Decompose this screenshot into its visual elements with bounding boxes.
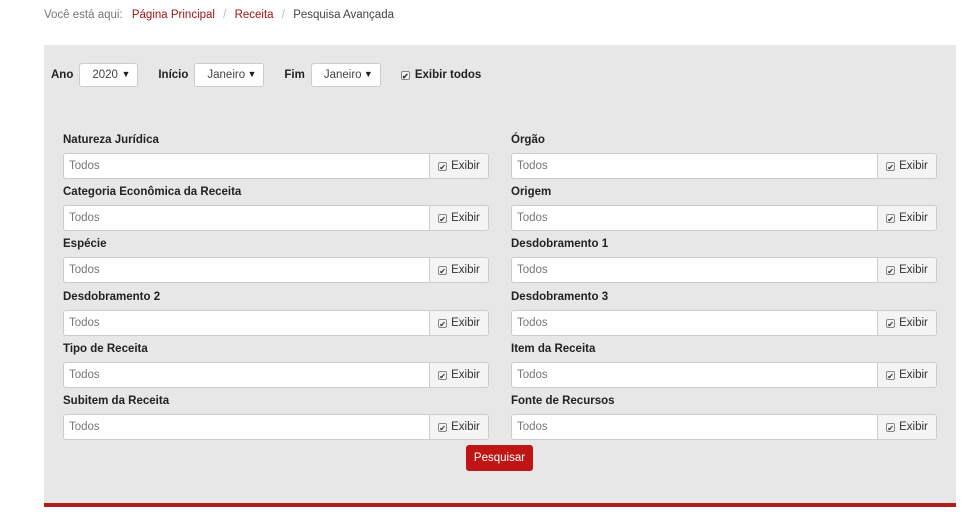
checkbox-checked-icon[interactable]: ✔ — [886, 318, 896, 329]
field-label: Origem — [511, 186, 552, 198]
exibir-checkbox[interactable]: ✔ Exibir — [877, 153, 937, 179]
fim-value: Janeiro — [323, 69, 362, 81]
checkbox-checked-icon[interactable]: ✔ — [886, 370, 896, 381]
field-desdobramento-1: Desdobramento 1 Todos ✔ Exibir — [511, 238, 937, 283]
inicio-value: Janeiro — [207, 69, 246, 81]
fim-label: Fim — [284, 69, 305, 81]
exibir-checkbox[interactable]: ✔ Exibir — [429, 257, 489, 283]
desdobramento-1-input[interactable]: Todos — [511, 257, 877, 283]
breadcrumb-current: Pesquisa Avançada — [293, 9, 394, 21]
exibir-checkbox[interactable]: ✔ Exibir — [877, 362, 937, 388]
field-label: Fonte de Recursos — [511, 395, 615, 407]
orgao-input[interactable]: Todos — [511, 153, 877, 179]
subitem-da-receita-input[interactable]: Todos — [63, 414, 429, 440]
checkbox-checked-icon[interactable]: ✔ — [438, 213, 448, 224]
checkbox-checked-icon[interactable]: ✔ — [438, 370, 448, 381]
origem-input[interactable]: Todos — [511, 205, 877, 231]
field-label: Espécie — [63, 238, 107, 250]
field-desdobramento-3: Desdobramento 3 Todos ✔ Exibir — [511, 291, 937, 336]
exibir-checkbox[interactable]: ✔ Exibir — [877, 310, 937, 336]
ano-value: 2020 — [92, 69, 118, 81]
exibir-label: Exibir — [451, 212, 480, 224]
field-fonte-de-recursos: Fonte de Recursos Todos ✔ Exibir — [511, 395, 937, 440]
desdobramento-3-input[interactable]: Todos — [511, 310, 877, 336]
field-item-da-receita: Item da Receita Todos ✔ Exibir — [511, 343, 937, 388]
exibir-checkbox[interactable]: ✔ Exibir — [877, 257, 937, 283]
field-subitem-da-receita: Subitem da Receita Todos ✔ Exibir — [63, 395, 489, 440]
period-filters: Ano 2020 ▼ Início Janeiro ▼ Fim Janeiro … — [51, 62, 481, 88]
exibir-checkbox[interactable]: ✔ Exibir — [429, 153, 489, 179]
exibir-checkbox[interactable]: ✔ Exibir — [877, 414, 937, 440]
caret-down-icon: ▼ — [121, 69, 131, 79]
exibir-todos-label: Exibir todos — [414, 69, 482, 81]
inicio-select[interactable]: Janeiro ▼ — [194, 63, 265, 87]
exibir-label: Exibir — [451, 317, 480, 329]
breadcrumb: Você está aqui: Página Principal / Recei… — [44, 9, 394, 21]
checkbox-checked-icon[interactable]: ✔ — [886, 265, 896, 276]
field-label: Subitem da Receita — [63, 395, 170, 407]
especie-input[interactable]: Todos — [63, 257, 429, 283]
field-label: Natureza Jurídica — [63, 134, 159, 146]
tipo-de-receita-input[interactable]: Todos — [63, 362, 429, 388]
exibir-label: Exibir — [451, 264, 480, 276]
field-desdobramento-2: Desdobramento 2 Todos ✔ Exibir — [63, 291, 489, 336]
field-origem: Origem Todos ✔ Exibir — [511, 186, 937, 231]
field-label: Desdobramento 2 — [63, 291, 161, 303]
desdobramento-2-input[interactable]: Todos — [63, 310, 429, 336]
fim-select[interactable]: Janeiro ▼ — [310, 63, 381, 87]
exibir-label: Exibir — [451, 160, 480, 172]
field-orgao: Órgão Todos ✔ Exibir — [511, 134, 937, 179]
exibir-checkbox[interactable]: ✔ Exibir — [877, 205, 937, 231]
checkbox-checked-icon[interactable]: ✔ — [438, 422, 448, 433]
field-natureza-juridica: Natureza Jurídica Todos ✔ Exibir — [63, 134, 489, 179]
checkbox-checked-icon[interactable]: ✔ — [886, 161, 896, 172]
exibir-checkbox[interactable]: ✔ Exibir — [429, 310, 489, 336]
exibir-label: Exibir — [899, 264, 928, 276]
pesquisar-button[interactable]: Pesquisar — [466, 445, 533, 471]
exibir-label: Exibir — [899, 369, 928, 381]
inicio-label: Início — [158, 69, 189, 81]
checkbox-checked-icon[interactable]: ✔ — [886, 422, 896, 433]
caret-down-icon: ▼ — [247, 69, 257, 79]
breadcrumb-prefix: Você está aqui: — [44, 9, 123, 21]
exibir-todos-toggle[interactable]: ✔ Exibir todos — [400, 69, 482, 81]
exibir-checkbox[interactable]: ✔ Exibir — [429, 205, 489, 231]
exibir-label: Exibir — [899, 160, 928, 172]
exibir-label: Exibir — [899, 212, 928, 224]
field-label: Desdobramento 1 — [511, 238, 609, 250]
exibir-label: Exibir — [451, 421, 480, 433]
categoria-economica-input[interactable]: Todos — [63, 205, 429, 231]
checkbox-checked-icon[interactable]: ✔ — [438, 161, 448, 172]
field-label: Órgão — [511, 134, 545, 146]
natureza-juridica-input[interactable]: Todos — [63, 153, 429, 179]
item-da-receita-input[interactable]: Todos — [511, 362, 877, 388]
fonte-de-recursos-input[interactable]: Todos — [511, 414, 877, 440]
checkbox-checked-icon[interactable]: ✔ — [438, 318, 448, 329]
field-label: Desdobramento 3 — [511, 291, 609, 303]
breadcrumb-separator: / — [223, 9, 227, 21]
checkbox-checked-icon[interactable]: ✔ — [438, 265, 448, 276]
field-label: Tipo de Receita — [63, 343, 148, 355]
breadcrumb-receita-link[interactable]: Receita — [235, 9, 274, 21]
breadcrumb-separator: / — [281, 9, 285, 21]
search-panel: Ano 2020 ▼ Início Janeiro ▼ Fim Janeiro … — [44, 45, 956, 503]
exibir-label: Exibir — [899, 317, 928, 329]
checkbox-checked-icon[interactable]: ✔ — [886, 213, 896, 224]
field-categoria-economica: Categoria Econômica da Receita Todos ✔ Ex… — [63, 186, 489, 231]
field-label: Categoria Econômica da Receita — [63, 186, 242, 198]
caret-down-icon: ▼ — [363, 69, 373, 79]
panel-bottom-border — [44, 503, 956, 507]
ano-select[interactable]: 2020 ▼ — [79, 63, 139, 87]
ano-label: Ano — [51, 69, 74, 81]
checkbox-checked-icon[interactable]: ✔ — [400, 70, 410, 81]
field-especie: Espécie Todos ✔ Exibir — [63, 238, 489, 283]
field-label: Item da Receita — [511, 343, 596, 355]
breadcrumb-home-link[interactable]: Página Principal — [132, 9, 215, 21]
exibir-checkbox[interactable]: ✔ Exibir — [429, 362, 489, 388]
exibir-label: Exibir — [451, 369, 480, 381]
exibir-label: Exibir — [899, 421, 928, 433]
exibir-checkbox[interactable]: ✔ Exibir — [429, 414, 489, 440]
field-tipo-de-receita: Tipo de Receita Todos ✔ Exibir — [63, 343, 489, 388]
